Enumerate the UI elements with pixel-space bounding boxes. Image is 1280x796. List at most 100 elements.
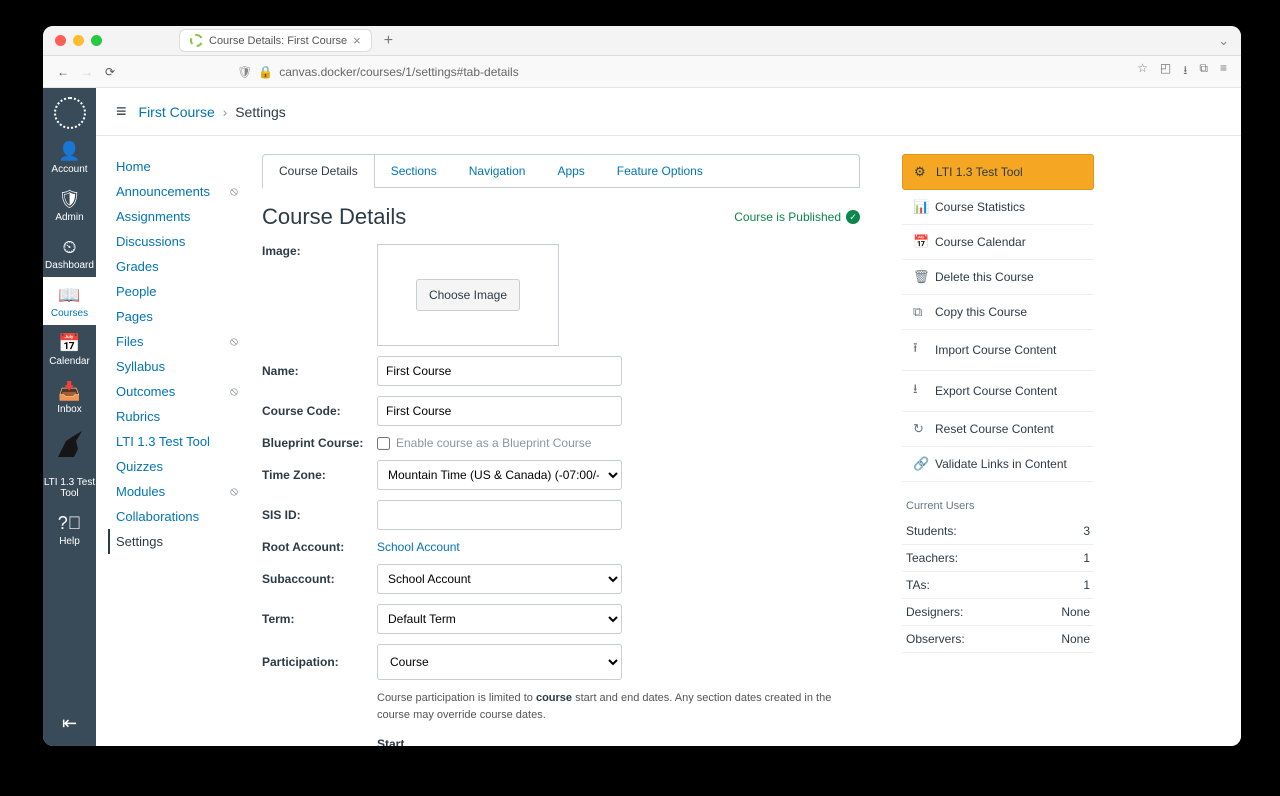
timezone-select[interactable]: Mountain Time (US & Canada) (-07:00/-06:… xyxy=(377,460,622,490)
nav-settings[interactable]: Settings xyxy=(108,529,238,554)
sis-id-input[interactable] xyxy=(377,500,622,530)
bookmark-star-icon[interactable]: ☆ xyxy=(1137,61,1148,82)
close-tab-icon[interactable]: × xyxy=(353,33,361,48)
sb-lti-button[interactable]: ⚙LTI 1.3 Test Tool xyxy=(902,154,1094,190)
browser-tab[interactable]: Course Details: First Course × xyxy=(179,29,372,52)
participation-select[interactable]: Course xyxy=(377,644,622,680)
download-icon: ⭳ xyxy=(913,380,927,402)
settings-tabs: Course Details Sections Navigation Apps … xyxy=(262,154,860,188)
global-nav-lti-unicorn[interactable] xyxy=(43,421,96,469)
global-nav-calendar[interactable]: 📅Calendar xyxy=(43,325,96,373)
sb-validate-button[interactable]: 🔗Validate Links in Content xyxy=(902,447,1094,482)
sb-reset-button[interactable]: ↻Reset Course Content xyxy=(902,412,1094,447)
label-subaccount: Subaccount: xyxy=(262,572,377,586)
tab-navigation[interactable]: Navigation xyxy=(453,155,542,188)
nav-assignments[interactable]: Assignments xyxy=(116,204,238,229)
sb-import-button[interactable]: ⭱Import Course Content xyxy=(902,330,1094,371)
tab-course-details[interactable]: Course Details xyxy=(263,155,375,188)
blueprint-checkbox[interactable]: Enable course as a Blueprint Course xyxy=(377,436,591,450)
sb-delete-button[interactable]: 🗑Delete this Course xyxy=(902,260,1094,295)
nav-modules[interactable]: Modules⦸ xyxy=(116,479,238,504)
minimize-window-button[interactable] xyxy=(73,35,84,46)
nav-pages[interactable]: Pages xyxy=(116,304,238,329)
sb-calendar-button[interactable]: 📅Course Calendar xyxy=(902,225,1094,260)
term-select[interactable]: Default Term xyxy=(377,604,622,634)
nav-grades[interactable]: Grades xyxy=(116,254,238,279)
shield-icon: 🛡 xyxy=(237,65,252,79)
chevron-right-icon: › xyxy=(223,104,228,120)
url-bar: ← → ⟳ 🛡 🔒 canvas.docker/courses/1/settin… xyxy=(43,56,1241,88)
nav-outcomes[interactable]: Outcomes⦸ xyxy=(116,379,238,404)
pocket-icon[interactable]: ◰ xyxy=(1160,61,1171,82)
global-nav-lti[interactable]: LTI 1.3 Test Tool xyxy=(43,469,96,505)
label-code: Course Code: xyxy=(262,404,377,418)
root-account-link[interactable]: School Account xyxy=(377,540,460,554)
collapse-nav-button[interactable]: ⇤ xyxy=(43,705,96,746)
nav-files[interactable]: Files⦸ xyxy=(116,329,238,354)
nav-home[interactable]: Home xyxy=(116,154,238,179)
nav-people[interactable]: People xyxy=(116,279,238,304)
favicon-icon xyxy=(190,34,203,47)
stat-students: Students:3 xyxy=(902,518,1094,545)
back-button[interactable]: ← xyxy=(57,65,69,79)
nav-discussions[interactable]: Discussions xyxy=(116,229,238,254)
stat-teachers: Teachers:1 xyxy=(902,545,1094,572)
sb-export-button[interactable]: ⭳Export Course Content xyxy=(902,371,1094,412)
menu-icon[interactable]: ≡ xyxy=(1220,61,1227,82)
label-root-account: Root Account: xyxy=(262,540,377,554)
image-dropzone[interactable]: Choose Image xyxy=(377,244,559,346)
upload-icon: ⭱ xyxy=(913,339,927,361)
gear-icon: ⚙ xyxy=(914,164,928,180)
global-nav-admin[interactable]: 🛡Admin xyxy=(43,181,96,229)
reload-button[interactable]: ⟳ xyxy=(105,65,115,79)
tab-apps[interactable]: Apps xyxy=(541,155,600,188)
tab-feature-options[interactable]: Feature Options xyxy=(601,155,719,188)
nav-quizzes[interactable]: Quizzes xyxy=(116,454,238,479)
browser-window: Course Details: First Course × + ⌄ ← → ⟳… xyxy=(43,26,1241,746)
extensions-icon[interactable]: ⧉ xyxy=(1199,61,1208,82)
nav-collaborations[interactable]: Collaborations xyxy=(116,504,238,529)
close-window-button[interactable] xyxy=(55,35,66,46)
content-area: ≡ First Course › Settings Home Announcem… xyxy=(96,88,1241,746)
global-nav-courses[interactable]: 📖Courses xyxy=(43,277,96,325)
global-nav-inbox[interactable]: 📥Inbox xyxy=(43,373,96,421)
inbox-icon: 📥 xyxy=(43,381,96,402)
label-timezone: Time Zone: xyxy=(262,468,377,482)
breadcrumb-course-link[interactable]: First Course xyxy=(139,104,215,120)
collapse-icon: ⇤ xyxy=(43,713,96,734)
address-field[interactable]: 🛡 🔒 canvas.docker/courses/1/settings#tab… xyxy=(237,65,1125,79)
global-nav-help[interactable]: ?⃝Help xyxy=(43,505,96,553)
sb-stats-button[interactable]: 📊Course Statistics xyxy=(902,190,1094,225)
global-nav-account[interactable]: 👤Account xyxy=(43,133,96,181)
course-name-input[interactable] xyxy=(377,356,622,386)
sb-copy-button[interactable]: ⧉Copy this Course xyxy=(902,295,1094,330)
shield-icon: 🛡 xyxy=(43,189,96,210)
hidden-icon: ⦸ xyxy=(230,384,238,399)
global-nav-dashboard[interactable]: ⏲Dashboard xyxy=(43,229,96,277)
hidden-icon: ⦸ xyxy=(230,184,238,199)
label-start: Start xyxy=(377,737,860,746)
tab-title: Course Details: First Course xyxy=(209,35,347,47)
unicorn-icon xyxy=(52,427,88,463)
choose-image-button[interactable]: Choose Image xyxy=(416,279,520,311)
nav-announcements[interactable]: Announcements⦸ xyxy=(116,179,238,204)
stat-observers: Observers:None xyxy=(902,626,1094,653)
downloads-icon[interactable]: ⭳ xyxy=(1183,61,1187,82)
nav-syllabus[interactable]: Syllabus xyxy=(116,354,238,379)
book-icon: 📖 xyxy=(43,285,96,306)
label-name: Name: xyxy=(262,364,377,378)
published-status: Course is Published ✓ xyxy=(734,210,860,224)
forward-button[interactable]: → xyxy=(81,65,93,79)
hamburger-icon[interactable]: ≡ xyxy=(116,101,127,122)
new-tab-button[interactable]: + xyxy=(378,32,399,50)
tab-overflow-icon[interactable]: ⌄ xyxy=(1218,33,1229,49)
course-code-input[interactable] xyxy=(377,396,622,426)
app-frame: 👤Account 🛡Admin ⏲Dashboard 📖Courses 📅Cal… xyxy=(43,88,1241,746)
subaccount-select[interactable]: School Account xyxy=(377,564,622,594)
maximize-window-button[interactable] xyxy=(91,35,102,46)
nav-lti[interactable]: LTI 1.3 Test Tool xyxy=(116,429,238,454)
tab-sections[interactable]: Sections xyxy=(375,155,453,188)
canvas-logo-icon[interactable] xyxy=(54,97,86,129)
window-chrome: Course Details: First Course × + ⌄ xyxy=(43,26,1241,56)
nav-rubrics[interactable]: Rubrics xyxy=(116,404,238,429)
